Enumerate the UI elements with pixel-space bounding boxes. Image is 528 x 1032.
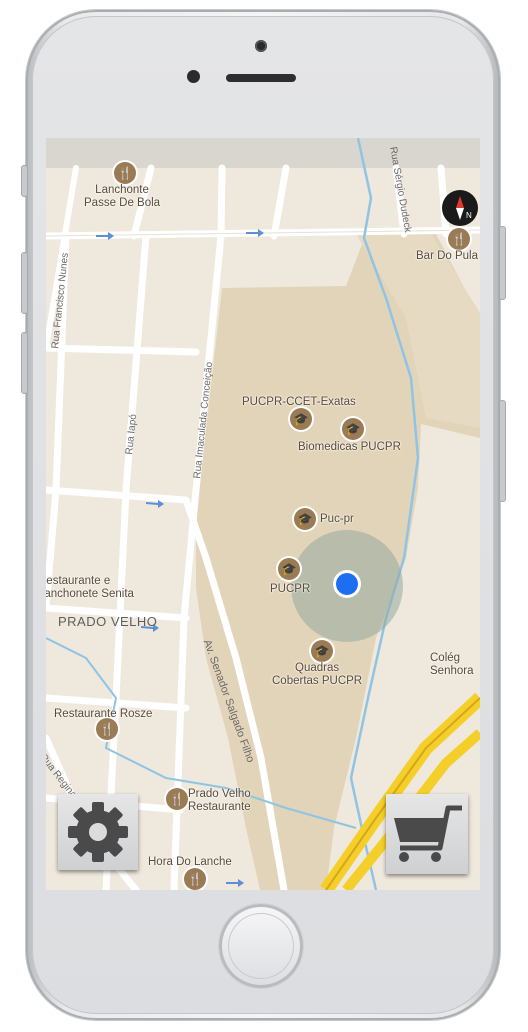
cart-button[interactable] [386,794,468,874]
restaurant-icon[interactable]: 🍴 [184,868,206,890]
poi-label[interactable]: Puc-pr [320,513,354,526]
poi-label[interactable]: Lanchonte Passe De Bola [84,184,160,210]
side-button-lower [499,400,506,502]
poi-label[interactable]: PUCPR [270,583,310,596]
front-camera [255,40,267,52]
volume-down-button [21,332,28,394]
user-location-dot[interactable] [336,573,358,595]
poi-label[interactable]: Hora Do Lanche [148,856,232,869]
poi-label[interactable]: Prado Velho Restaurante [188,788,251,814]
shopping-cart-icon [386,805,468,878]
neighborhood-label: PRADO VELHO [58,614,158,629]
graduation-cap-icon[interactable]: 🎓 [342,418,364,440]
poi-label[interactable]: Restaurante Rosze [54,708,152,721]
poi-label[interactable]: Bar Do Pula [416,250,478,263]
poi-label[interactable]: Colég Senhora [430,652,473,678]
graduation-cap-icon[interactable]: 🎓 [294,508,316,530]
graduation-cap-icon[interactable]: 🎓 [311,640,333,662]
poi-label[interactable]: Quadras Cobertas PUCPR [272,662,362,688]
restaurant-icon[interactable]: 🍴 [448,228,470,250]
compass-north-label: N [466,211,472,220]
poi-label[interactable]: Biomedicas PUCPR [298,441,401,454]
earpiece-speaker [226,74,296,82]
restaurant-icon[interactable]: 🍴 [96,718,118,740]
gear-icon [58,802,138,874]
graduation-cap-icon[interactable]: 🎓 [290,408,312,430]
proximity-sensor [187,70,200,83]
settings-button[interactable] [58,794,138,870]
map-screen[interactable]: Rua Francisco Nunes Rua Sérgio Dudeck Ru… [46,138,480,890]
home-button-ring [228,913,294,979]
power-button [499,226,506,300]
compass-icon[interactable]: N [442,190,478,226]
home-button[interactable] [219,904,303,988]
restaurant-icon[interactable]: 🍴 [166,788,188,810]
mute-switch [21,165,28,197]
volume-up-button [21,252,28,314]
map-canvas[interactable] [46,138,480,890]
poi-label[interactable]: Restaurante e Lanchonete Senita [46,575,134,601]
poi-label[interactable]: PUCPR-CCET-Exatas [242,396,356,409]
restaurant-icon[interactable]: 🍴 [114,162,136,184]
graduation-cap-icon[interactable]: 🎓 [278,558,300,580]
